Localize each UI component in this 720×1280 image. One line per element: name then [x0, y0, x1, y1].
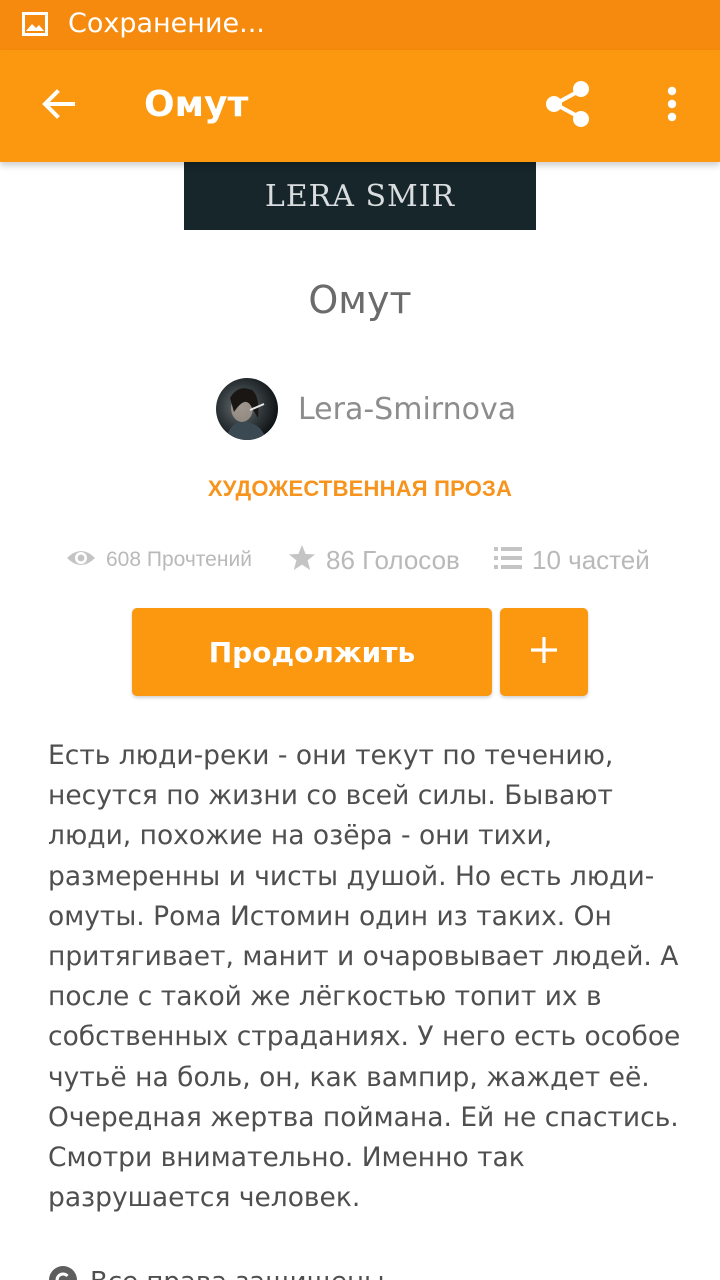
- author-row[interactable]: Lera-Smirnova: [216, 378, 516, 440]
- toolbar-title: Омут: [144, 84, 249, 125]
- reads-count: 608 Прочтений: [106, 548, 252, 571]
- copyright-text: Все права защищены: [90, 1267, 385, 1280]
- stat-votes: 86 Голосов: [288, 540, 460, 580]
- copyright-icon: [48, 1265, 78, 1280]
- stat-reads: 608 Прочтений: [66, 540, 252, 580]
- arrow-left-icon: [40, 86, 76, 127]
- app-toolbar: Омут: [0, 50, 720, 162]
- share-icon: [543, 79, 593, 134]
- eye-icon: [66, 547, 96, 574]
- back-button[interactable]: [30, 78, 86, 134]
- status-bar: Сохранение...: [0, 0, 720, 50]
- more-options-button[interactable]: [648, 78, 696, 134]
- stat-parts: 10 частей: [494, 540, 650, 580]
- story-description: Есть люди-реки - они текут по течению, н…: [48, 740, 681, 1214]
- plus-icon: [529, 635, 559, 670]
- cover-text: LERA SMIR: [264, 178, 456, 214]
- story-cover[interactable]: LERA SMIR: [184, 162, 536, 230]
- continue-label: Продолжить: [208, 635, 416, 669]
- parts-count: 10 частей: [532, 544, 650, 575]
- list-icon: [494, 546, 522, 575]
- story-title: Омут: [308, 278, 412, 322]
- avatar[interactable]: [216, 378, 278, 440]
- continue-reading-button[interactable]: Продолжить: [132, 608, 492, 696]
- copyright-row: Все права защищены: [48, 1262, 385, 1280]
- more-vertical-icon: [666, 86, 678, 127]
- status-text: Сохранение...: [68, 8, 265, 39]
- image-icon: [22, 12, 48, 36]
- add-to-library-button[interactable]: [500, 608, 588, 696]
- author-name[interactable]: Lera-Smirnova: [298, 392, 516, 427]
- story-stats: 608 Прочтений 86 Голосов 10 частей: [0, 540, 720, 580]
- genre-link[interactable]: ХУДОЖЕСТВЕННАЯ ПРОЗА: [0, 476, 720, 502]
- share-button[interactable]: [538, 78, 598, 134]
- votes-count: 86 Голосов: [326, 544, 460, 575]
- star-icon: [288, 544, 316, 577]
